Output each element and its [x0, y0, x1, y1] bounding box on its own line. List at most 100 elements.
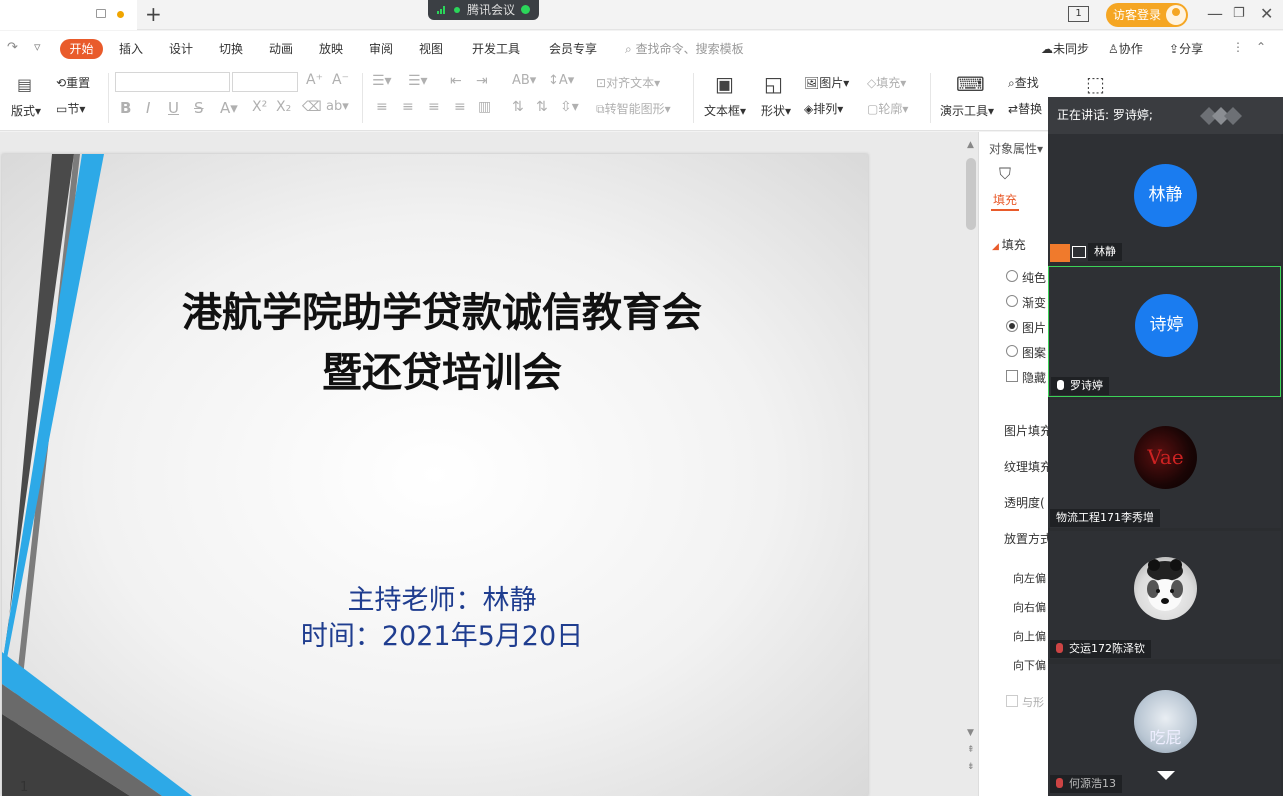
para-spacing-after-icon[interactable]: ⇅: [536, 99, 548, 115]
share-icon: ⇪: [1169, 42, 1180, 56]
distribute-icon[interactable]: ▥: [478, 99, 491, 115]
justify-icon[interactable]: ≡: [454, 99, 466, 115]
participant-tile-speaking[interactable]: 诗婷 罗诗婷: [1048, 266, 1281, 397]
tab-review[interactable]: 审阅: [369, 40, 393, 57]
increase-indent-icon[interactable]: ⇥: [476, 73, 488, 89]
close-icon[interactable]: ✕: [1260, 4, 1273, 24]
command-search-input[interactable]: ⌕ 查找命令、搜索模板: [625, 40, 744, 57]
align-text-label: 对齐文本: [606, 76, 655, 90]
slide-title-line2[interactable]: 暨还贷培训会: [2, 340, 868, 398]
tab-fill[interactable]: 填充: [993, 191, 1017, 208]
prev-slide-icon[interactable]: ⇞: [967, 745, 975, 755]
font-family-select[interactable]: [115, 72, 230, 92]
participant-tile[interactable]: 林静: [1048, 134, 1281, 262]
shape-label: 形状: [761, 104, 786, 118]
tab-home[interactable]: 开始: [60, 39, 103, 59]
increase-font-icon[interactable]: A⁺: [306, 72, 323, 88]
tab-developer[interactable]: 开发工具: [472, 40, 520, 57]
align-left-icon[interactable]: ≡: [376, 99, 388, 115]
fill-solid-radio[interactable]: [1006, 270, 1018, 282]
fill-section-label: 填充: [1001, 238, 1026, 252]
sync-button[interactable]: ☁未同步: [1041, 40, 1089, 57]
superscript-icon[interactable]: X²: [252, 99, 267, 115]
tab-transition[interactable]: 切换: [219, 40, 243, 57]
tab-design[interactable]: 设计: [169, 40, 193, 57]
window-count-badge[interactable]: 1: [1068, 6, 1089, 22]
collapse-ribbon-icon[interactable]: ⌃: [1256, 40, 1266, 54]
presenter-tools-button[interactable]: 演示工具▾: [940, 102, 994, 119]
slide-title-line1[interactable]: 港航学院助学贷款诚信教育会: [2, 280, 868, 338]
align-right-icon[interactable]: ≡: [428, 99, 440, 115]
collab-button[interactable]: ♙协作: [1108, 40, 1143, 57]
next-slide-icon[interactable]: ⇟: [967, 762, 975, 772]
tab-view[interactable]: 视图: [419, 40, 443, 57]
quick-access-dropdown-icon[interactable]: ▿: [34, 40, 41, 55]
restore-icon[interactable]: ❐: [1233, 4, 1245, 24]
slide-date-line[interactable]: 时间：2021年5月20日: [2, 614, 868, 653]
decrease-font-icon[interactable]: A⁻: [332, 72, 349, 88]
redo-icon[interactable]: ↷: [7, 40, 18, 55]
scrollbar-thumb[interactable]: [966, 158, 976, 230]
italic-icon[interactable]: I: [146, 99, 150, 117]
align-text-button[interactable]: ⊡对齐文本▾: [596, 74, 660, 91]
strikethrough-icon[interactable]: S: [194, 99, 204, 117]
with-shape-checkbox[interactable]: [1006, 695, 1018, 707]
tab-insert[interactable]: 插入: [119, 40, 143, 57]
replace-button[interactable]: ⇄替换: [1008, 100, 1042, 117]
more-icon[interactable]: ⋮: [1232, 40, 1244, 54]
numbered-list-icon[interactable]: ☰▾: [408, 73, 428, 89]
new-tab-button[interactable]: +: [145, 3, 162, 25]
fill-gradient-radio[interactable]: [1006, 295, 1018, 307]
tab-slideshow[interactable]: 放映: [319, 40, 343, 57]
arrange-icon: ◈: [804, 102, 814, 116]
textbox-button[interactable]: 文本框▾: [704, 102, 746, 119]
find-button[interactable]: ⌕查找: [1008, 74, 1039, 91]
document-tab[interactable]: [0, 0, 137, 30]
share-button[interactable]: ⇪分享: [1169, 40, 1203, 57]
select-icon[interactable]: ⬚: [1086, 72, 1105, 96]
smart-shape-button[interactable]: ⧉转智能图形▾: [596, 100, 671, 117]
shape-button[interactable]: 形状▾: [761, 102, 791, 119]
para-spacing-before-icon[interactable]: ⇅: [512, 99, 524, 115]
scroll-down-arrow-icon[interactable]: [1157, 771, 1175, 780]
slide-host-line[interactable]: 主持老师：林静: [2, 578, 868, 617]
guest-login-button[interactable]: 访客登录: [1106, 3, 1188, 27]
property-panel-header[interactable]: 对象属性▾: [989, 140, 1043, 157]
font-color-icon[interactable]: A▾: [220, 99, 238, 117]
align-center-icon[interactable]: ≡: [402, 99, 414, 115]
subscript-icon[interactable]: X₂: [276, 99, 291, 115]
meeting-floating-bar[interactable]: 腾讯会议: [428, 0, 539, 20]
reset-button[interactable]: ⟲重置: [56, 74, 90, 91]
fill-pattern-radio[interactable]: [1006, 345, 1018, 357]
scroll-up-icon[interactable]: ▲: [967, 140, 974, 150]
line-spacing-icon[interactable]: ↕A▾: [548, 73, 574, 88]
fill-button[interactable]: ◇填充▾: [867, 74, 906, 91]
phonetic-icon[interactable]: ab▾: [326, 99, 349, 114]
section-button[interactable]: ▭节▾: [56, 100, 85, 117]
font-size-select[interactable]: [232, 72, 298, 92]
underline-icon[interactable]: U: [168, 99, 179, 117]
para-spacing-icon[interactable]: ⇳▾: [560, 99, 579, 115]
tab-member[interactable]: 会员专享: [549, 40, 597, 57]
layout-button[interactable]: 版式▾: [11, 102, 41, 119]
bullet-list-icon[interactable]: ☰▾: [372, 73, 392, 89]
hide-background-checkbox[interactable]: [1006, 370, 1018, 382]
participant-tile[interactable]: Vae 物流工程171李秀增: [1048, 400, 1281, 528]
participant-tile[interactable]: 交运172陈泽钦: [1048, 531, 1281, 659]
bold-icon[interactable]: B: [120, 99, 131, 117]
decrease-indent-icon[interactable]: ⇤: [450, 73, 462, 89]
vertical-scrollbar[interactable]: [965, 140, 977, 790]
outline-button[interactable]: ▢轮廓▾: [867, 100, 908, 117]
picture-button[interactable]: 🖼图片▾: [804, 74, 849, 91]
arrange-button[interactable]: ◈排列▾: [804, 100, 843, 117]
tab-animation[interactable]: 动画: [269, 40, 293, 57]
fill-picture-label: 图片: [1022, 321, 1047, 335]
shape-icon: ◱: [764, 72, 783, 96]
clear-format-icon[interactable]: ⌫: [302, 99, 322, 115]
slide-canvas[interactable]: 港航学院助学贷款诚信教育会 暨还贷培训会 主持老师：林静 时间：2021年5月2…: [2, 154, 868, 796]
text-direction-icon[interactable]: AB▾: [512, 73, 536, 88]
minimize-icon[interactable]: —: [1207, 4, 1223, 24]
fill-picture-radio[interactable]: [1006, 320, 1018, 332]
fill-section-toggle[interactable]: ◢ 填充: [992, 236, 1026, 253]
scroll-down-icon[interactable]: ▼: [967, 728, 974, 738]
